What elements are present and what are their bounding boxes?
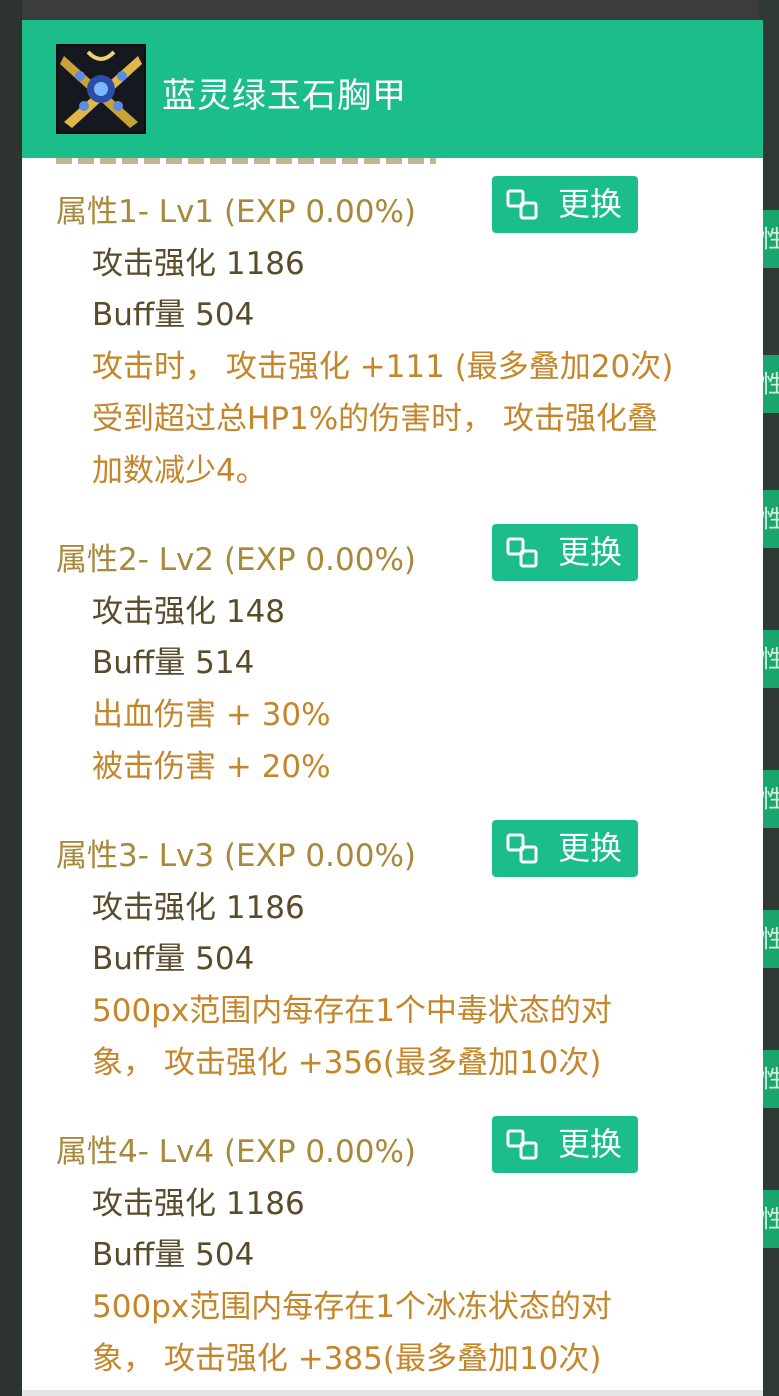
dialog-header: 蓝灵绿玉石胸甲 xyxy=(22,20,763,158)
stat-line: 攻击强化 148 xyxy=(92,594,286,630)
property-heading: 属性2- Lv2 (EXP 0.00%) xyxy=(56,542,416,578)
swap-button-label: 更换 xyxy=(557,829,622,867)
stat-line: 攻击强化 1186 xyxy=(92,246,305,282)
background-tab: 性 xyxy=(761,770,779,828)
stat-line: Buff量 504 xyxy=(92,1237,255,1273)
armor-icon xyxy=(56,44,146,134)
swap-icon xyxy=(506,189,538,220)
swap-button[interactable]: 更换 xyxy=(492,176,638,233)
background-tab: 性 xyxy=(761,910,779,968)
background-tab: 性 xyxy=(761,1050,779,1108)
property-heading: 属性4- Lv4 (EXP 0.00%) xyxy=(56,1134,416,1170)
effect-line: 500px范围内每存在1个中毒状态的对 xyxy=(92,993,612,1029)
effect-line: 象， 攻击强化 +385(最多叠加10次) xyxy=(92,1341,602,1377)
swap-icon xyxy=(506,1129,538,1160)
property-heading: 属性3- Lv3 (EXP 0.00%) xyxy=(56,838,416,874)
effect-line: 加数减少4。 xyxy=(92,453,267,489)
swap-button[interactable]: 更换 xyxy=(492,820,638,877)
item-detail-dialog: 蓝灵绿玉石胸甲 属性1- Lv1 (EXP 0.00%) 更换 攻击强化 118… xyxy=(22,20,763,1396)
swap-button[interactable]: 更换 xyxy=(492,524,638,581)
stat-line: 攻击强化 1186 xyxy=(92,890,305,926)
effect-line: 500px范围内每存在1个冰冻状态的对 xyxy=(92,1289,612,1325)
stat-line: Buff量 504 xyxy=(92,941,255,977)
swap-icon xyxy=(506,833,538,864)
stat-line: Buff量 514 xyxy=(92,645,255,681)
background-tab: 性 xyxy=(761,210,779,268)
effect-line: 受到超过总HP1%的伤害时， 攻击强化叠 xyxy=(92,401,659,437)
effect-line: 被击伤害 + 20% xyxy=(92,749,331,785)
swap-button-label: 更换 xyxy=(557,185,622,223)
background-left xyxy=(0,0,22,1396)
stat-line: Buff量 504 xyxy=(92,297,255,333)
background-tab: 性 xyxy=(761,355,779,413)
background-tab: 性 xyxy=(761,1190,779,1248)
background-tab: 性 xyxy=(761,490,779,548)
swap-icon xyxy=(506,537,538,568)
item-title: 蓝灵绿玉石胸甲 xyxy=(162,76,407,116)
background-tab: 性 xyxy=(761,630,779,688)
swap-button[interactable]: 更换 xyxy=(492,1116,638,1173)
dialog-bottom-edge xyxy=(22,1390,763,1396)
stat-line: 攻击强化 1186 xyxy=(92,1186,305,1222)
effect-line: 象， 攻击强化 +356(最多叠加10次) xyxy=(92,1045,602,1081)
effect-line: 出血伤害 + 30% xyxy=(92,697,331,733)
swap-button-label: 更换 xyxy=(557,533,622,571)
property-heading: 属性1- Lv1 (EXP 0.00%) xyxy=(56,194,416,230)
swap-button-label: 更换 xyxy=(557,1125,622,1163)
effect-line: 攻击时， 攻击强化 +111 (最多叠加20次) xyxy=(92,349,674,385)
